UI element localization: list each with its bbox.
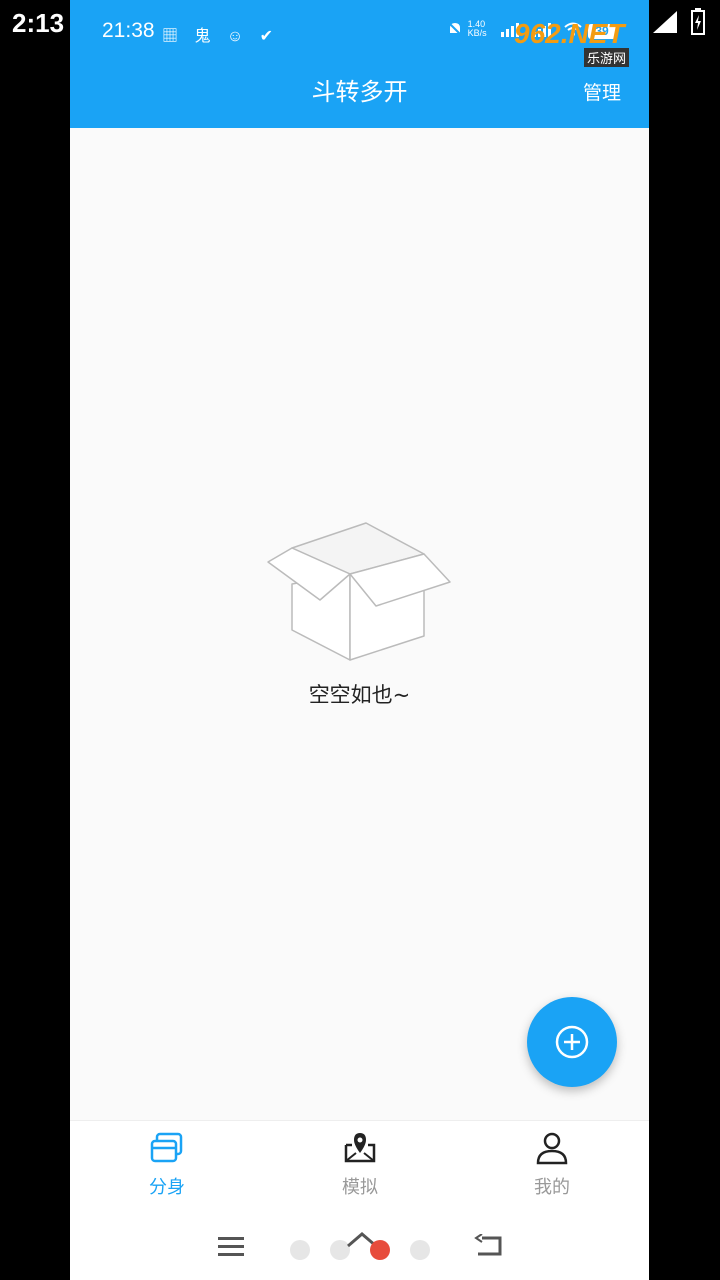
tab-simulate[interactable]: 模拟: [300, 1131, 420, 1199]
empty-box-icon: [267, 522, 451, 661]
network-speed: 1.40 KB/s: [467, 19, 487, 38]
menu-icon[interactable]: [218, 1236, 244, 1256]
location-box-icon: [344, 1133, 376, 1163]
plus-circle-icon: [555, 1025, 589, 1059]
tab-mine[interactable]: 我的: [492, 1131, 612, 1199]
system-nav-bar: [70, 1210, 649, 1280]
page-dot: [290, 1240, 310, 1260]
back-icon[interactable]: [474, 1234, 502, 1258]
mute-bell-icon: [447, 21, 463, 37]
watermark-logo: 962.NET 乐游网: [510, 18, 640, 68]
page-dot-active: [370, 1240, 390, 1260]
battery-charging-icon: [691, 8, 705, 35]
empty-state-text: 空空如也~: [308, 683, 411, 707]
tab-clone-label: 分身: [149, 1177, 185, 1198]
phone-screen: 21:38 ▦ 鬼 ☺ ✔ 1.40 KB/s 39 斗转多开 管理 空空如也~: [70, 0, 649, 1280]
tab-simulate-label: 模拟: [342, 1177, 378, 1198]
watermark-main: 962.NET: [514, 18, 625, 49]
tab-clone[interactable]: 分身: [107, 1131, 227, 1199]
page-title: 斗转多开: [311, 78, 408, 106]
outer-clock: 2:13: [12, 8, 65, 38]
clone-icon: [150, 1132, 183, 1163]
tab-mine-label: 我的: [534, 1177, 570, 1198]
status-clock: 21:38: [102, 19, 155, 42]
add-clone-button[interactable]: [527, 997, 617, 1087]
page-dot: [410, 1240, 430, 1260]
signal-icon: [653, 11, 677, 33]
person-icon: [536, 1132, 568, 1165]
manage-button[interactable]: 管理: [583, 78, 621, 105]
notification-icons: ▦ 鬼 ☺ ✔: [162, 28, 280, 45]
bottom-tab-bar: 分身 模拟 我的: [70, 1120, 649, 1210]
watermark-sub: 乐游网: [584, 48, 630, 67]
